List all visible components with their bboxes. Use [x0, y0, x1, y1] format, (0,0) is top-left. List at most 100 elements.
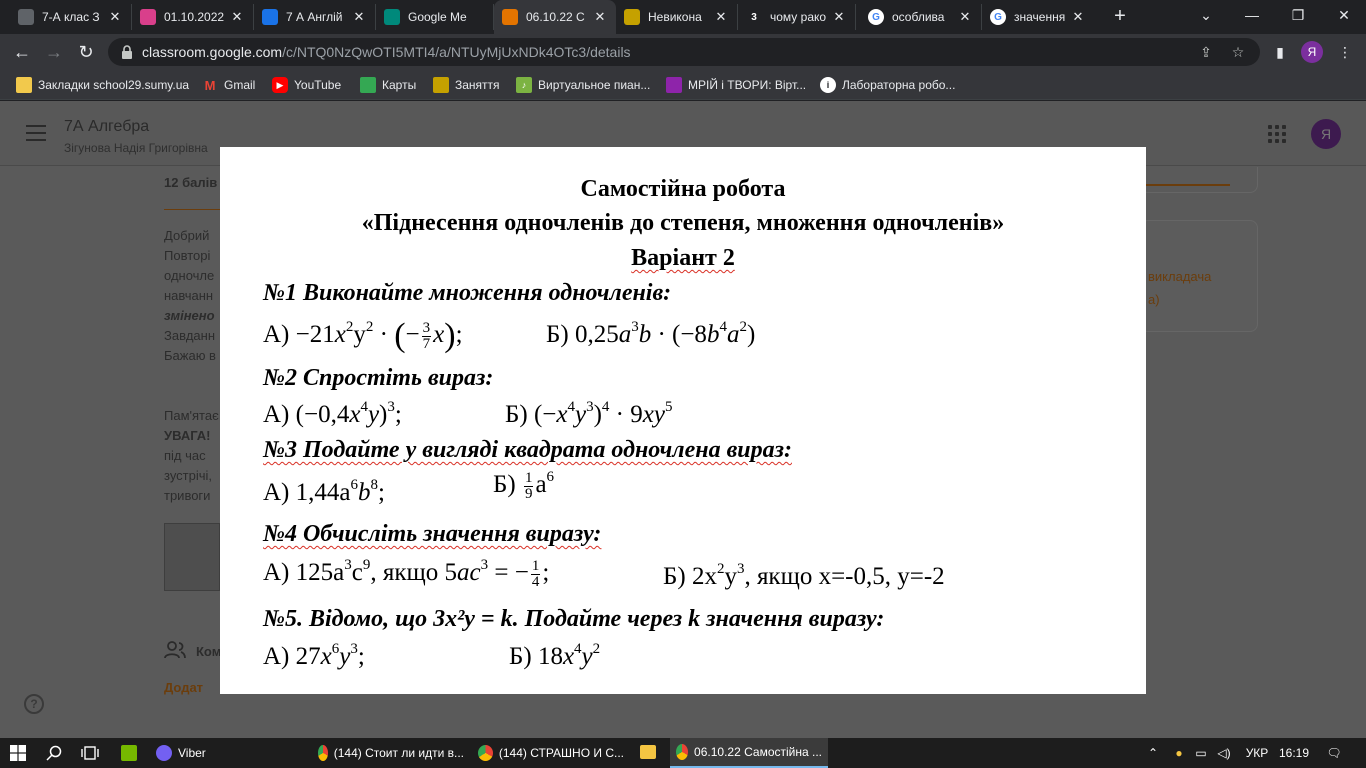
classroom-icon: [433, 77, 449, 93]
close-icon[interactable]: ✕: [107, 9, 123, 25]
chrome-icon: [318, 745, 328, 761]
bookmark-lab[interactable]: i Лабораторна робо...: [820, 76, 955, 94]
comments-label: Ком: [196, 644, 222, 659]
tab-6[interactable]: Невикона ✕: [616, 4, 738, 30]
bookmark-gmail[interactable]: M Gmail: [202, 76, 256, 94]
menu-dots-icon[interactable]: ⋮: [1335, 42, 1355, 62]
tray-app-icon[interactable]: ●: [1170, 738, 1188, 768]
taskbar-chrome-active[interactable]: 06.10.22 Самостійна ...: [670, 738, 828, 768]
close-icon[interactable]: ✕: [713, 9, 729, 25]
bookmark-label: Лабораторна робо...: [842, 78, 956, 92]
viber-icon: [156, 745, 172, 761]
tab-7[interactable]: 3 чому рако ✕: [738, 4, 856, 30]
body-line: одночле: [164, 268, 215, 283]
tab-title: 7-А клас З: [42, 10, 100, 24]
bookmark-school[interactable]: Закладки school29.sumy.ua: [16, 76, 189, 94]
window-close-icon[interactable]: ✕: [1324, 0, 1364, 30]
taskbar-chrome-1[interactable]: (144) Стоит ли идти в...: [312, 738, 470, 768]
apps-grid-icon[interactable]: [1268, 125, 1286, 143]
attachment-thumbnail[interactable]: [164, 523, 220, 591]
reload-icon[interactable]: ↻: [72, 38, 100, 66]
tab-title: Невикона: [648, 10, 702, 24]
site-favicon-icon: 3: [746, 9, 762, 25]
bookmark-piano[interactable]: ♪ Виртуальное пиан...: [516, 76, 650, 94]
taskbar-chrome-2[interactable]: (144) СТРАШНО И С...: [472, 738, 630, 768]
tab-title: 7 А Англій: [286, 10, 343, 24]
tab-9[interactable]: G значення ✕: [982, 4, 1094, 30]
classroom-favicon-icon: [502, 9, 518, 25]
help-icon[interactable]: ?: [24, 694, 44, 714]
tab-5-active[interactable]: 06.10.22 С ✕: [494, 0, 616, 34]
close-icon[interactable]: ✕: [831, 9, 847, 25]
bookmark-label: Карты: [382, 78, 417, 92]
tray-expand-icon[interactable]: ⌃: [1144, 738, 1162, 768]
taskbar-viber[interactable]: Viber: [150, 738, 212, 768]
forward-arrow-icon[interactable]: →: [40, 38, 68, 66]
reminder-line: під час: [164, 448, 206, 463]
google-favicon-icon: G: [990, 9, 1006, 25]
side-panel-icon[interactable]: ▮: [1270, 42, 1290, 62]
classroom-favicon-icon: [262, 9, 278, 25]
meet-favicon-icon: [384, 9, 400, 25]
chrome-icon: [676, 744, 689, 760]
task-2-heading: №2 Спростіть вираз:: [263, 365, 494, 391]
account-avatar[interactable]: Я: [1311, 119, 1341, 149]
close-icon[interactable]: ✕: [957, 9, 973, 25]
address-bar[interactable]: classroom.google.com/c/NTQ0NzQwOTI5MTI4/…: [108, 38, 1260, 66]
windows-start-icon[interactable]: [10, 745, 26, 761]
side-card-text[interactable]: викладача: [1148, 269, 1211, 284]
new-tab-button[interactable]: +: [1108, 5, 1132, 29]
tab-1[interactable]: 7-А клас З ✕: [10, 4, 132, 30]
reminder-line: УВАГА!: [164, 428, 211, 443]
side-card-text[interactable]: а): [1148, 292, 1160, 307]
add-comment-link[interactable]: Додат: [164, 680, 203, 695]
bookmark-mriy[interactable]: МРІЙ і ТВОРИ: Вірт...: [666, 76, 806, 94]
close-icon[interactable]: ✕: [229, 9, 245, 25]
bookmark-label: Заняття: [455, 78, 500, 92]
tab-title: 01.10.2022: [164, 10, 225, 24]
body-line: змінено: [164, 308, 215, 323]
tab-4[interactable]: Google Me: [376, 4, 494, 30]
bookmark-youtube[interactable]: ▶ YouTube: [272, 76, 341, 94]
volume-icon[interactable]: ◁): [1214, 738, 1234, 768]
close-icon[interactable]: ✕: [351, 9, 367, 25]
windows-taskbar: Viber (144) Стоит ли идти в... (144) СТР…: [0, 738, 1366, 768]
minimize-icon[interactable]: —: [1232, 0, 1272, 30]
profile-avatar[interactable]: Я: [1301, 41, 1323, 63]
taskbar-label: (144) Стоит ли идти в...: [333, 746, 464, 760]
folder-icon: [16, 77, 32, 93]
bookmark-classroom[interactable]: Заняття: [433, 76, 500, 94]
close-icon[interactable]: ✕: [1070, 9, 1086, 25]
worksheet-topic: «Піднесення одночленів до степеня, множе…: [361, 210, 1005, 236]
nvidia-icon[interactable]: [121, 745, 137, 761]
tab-3[interactable]: 7 А Англій ✕: [254, 4, 376, 30]
task-view-icon[interactable]: [81, 745, 99, 761]
task-1b-expression: Б) 0,25a3b · (−8b4a2): [546, 319, 756, 349]
task-2b-expression: Б) (−x4y3)4 · 9xy5: [505, 399, 673, 429]
close-icon[interactable]: ✕: [592, 9, 608, 25]
course-title[interactable]: 7А Алгебра: [64, 118, 149, 136]
hamburger-menu-icon[interactable]: [26, 125, 46, 141]
people-icon: [164, 641, 186, 659]
bookmark-maps[interactable]: Карты: [360, 76, 416, 94]
back-arrow-icon[interactable]: ←: [8, 38, 36, 66]
share-icon[interactable]: ⇪: [1196, 42, 1216, 62]
chrome-icon: [478, 745, 493, 761]
task-1-heading: №1 Виконайте множення одночленів:: [263, 280, 672, 306]
tab-8[interactable]: G особлива ✕: [860, 4, 982, 30]
restore-icon[interactable]: ❐: [1278, 0, 1318, 30]
battery-icon[interactable]: ▭: [1192, 738, 1210, 768]
task-4a-expression: А) 125a3c9, якщо 5ac3 = −1 4;: [263, 557, 550, 590]
body-line: Бажаю в: [164, 348, 216, 363]
notifications-icon[interactable]: 🗨: [1322, 738, 1346, 768]
classroom-favicon-icon: [624, 9, 640, 25]
body-line: Добрий: [164, 228, 210, 243]
input-language[interactable]: УКР: [1240, 738, 1274, 768]
search-icon[interactable]: [46, 745, 62, 761]
task-4-heading: №4 Обчисліть значення виразу:: [263, 521, 602, 547]
clock[interactable]: 16:19: [1276, 738, 1312, 768]
tab-search-icon[interactable]: ⌄: [1186, 0, 1226, 30]
star-icon[interactable]: ☆: [1228, 42, 1248, 62]
tab-2[interactable]: 01.10.2022 ✕: [132, 4, 254, 30]
file-explorer-icon[interactable]: [640, 745, 656, 759]
